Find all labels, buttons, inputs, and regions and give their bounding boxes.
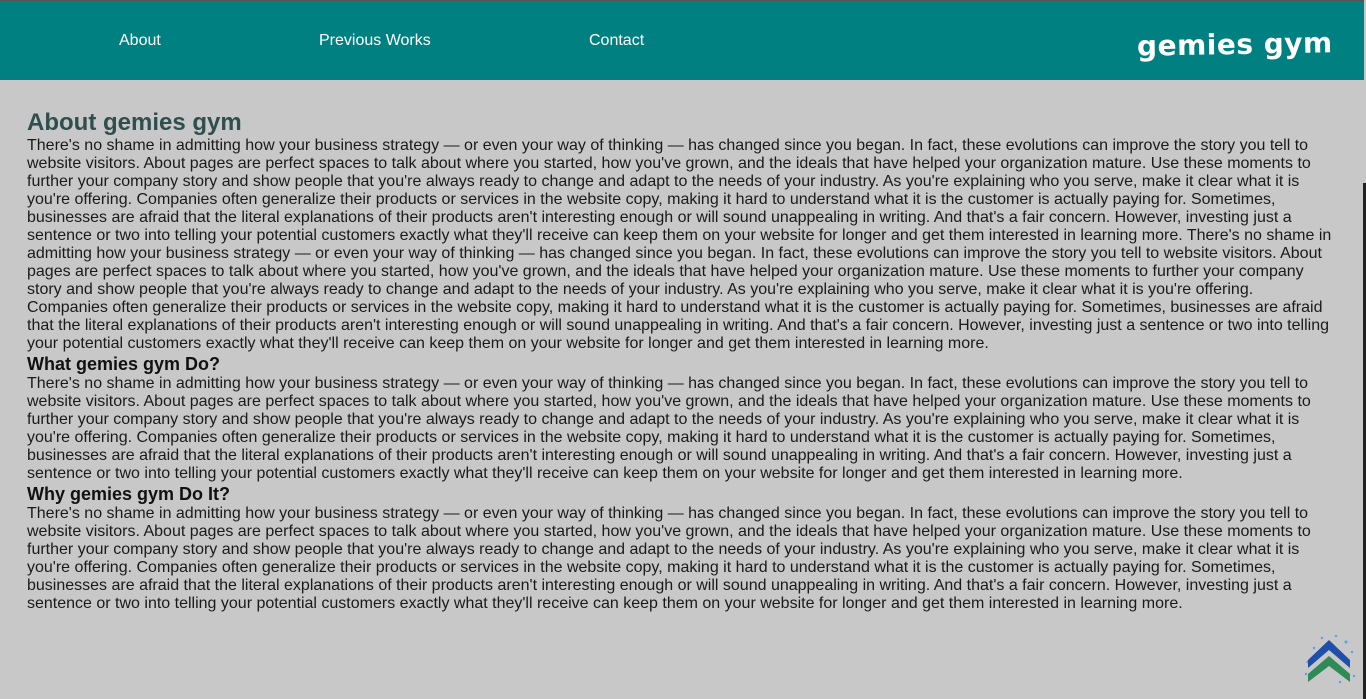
nav-link-contact[interactable]: Contact (589, 31, 644, 51)
section-heading-what: What gemies gym Do? (27, 354, 221, 374)
nav-link-previous-works[interactable]: Previous Works (319, 31, 431, 51)
scroll-to-top-button[interactable] (1300, 628, 1360, 688)
page-title: About gemies gym (27, 109, 242, 136)
nav-link-about[interactable]: About (119, 31, 161, 51)
section-paragraph-what: There's no shame in admitting how your b… (27, 375, 1311, 482)
main-content: About gemies gym There's no shame in adm… (27, 80, 1337, 613)
double-chevron-up-icon (1304, 634, 1356, 684)
section-paragraph-why: There's no shame in admitting how your b… (27, 505, 1311, 612)
intro-paragraph: There's no shame in admitting how your b… (27, 137, 1332, 352)
top-navbar: About Previous Works Contact gemies gym (0, 0, 1364, 80)
brand-logo-text[interactable]: gemies gym (1137, 26, 1333, 62)
section-heading-why: Why gemies gym Do It? (27, 484, 231, 504)
